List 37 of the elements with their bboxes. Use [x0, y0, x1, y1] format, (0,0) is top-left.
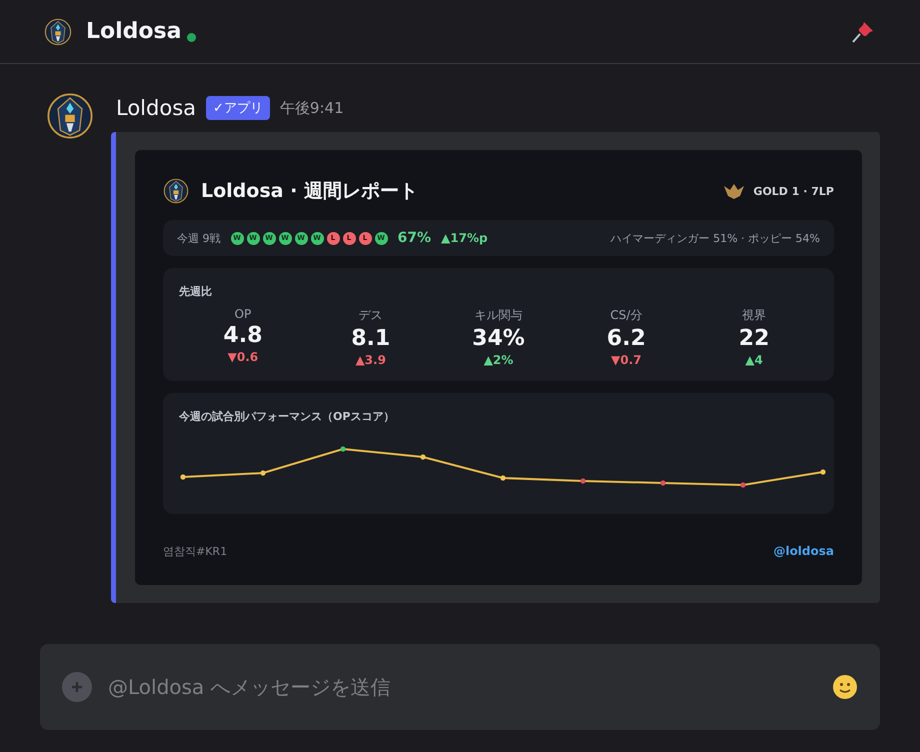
stat-delta: ▲4: [745, 353, 763, 367]
games-label: 今週 9戦: [177, 230, 220, 246]
panel-title: 今週の試合別パフォーマンス（OPスコア）: [179, 409, 396, 424]
panel-title: 先週比: [179, 284, 213, 299]
win-rate: 67%: [398, 230, 432, 246]
stat-label: キル関与: [474, 307, 522, 324]
timestamp: 午後9:41: [280, 98, 344, 118]
emoji-icon[interactable]: [832, 674, 858, 700]
stat-value: 6.2: [606, 326, 646, 351]
stat-delta: ▼0.6: [228, 350, 258, 364]
message-input[interactable]: @Loldosa へメッセージを送信: [106, 674, 818, 700]
stat-delta: ▲2%: [484, 353, 514, 367]
stat-label: OP: [234, 307, 252, 321]
channel-title: Loldosa: [86, 19, 182, 44]
stat-delta: ▼0.7: [611, 353, 642, 367]
win-rate-change: ▲17%p: [441, 231, 488, 245]
champion-stats: ハイマーディンガー 51% · ポッピー 54%: [610, 230, 820, 246]
stat-label: 視界: [742, 307, 766, 324]
stat-value: 8.1: [351, 326, 390, 351]
handle-link[interactable]: @loldosa: [773, 544, 834, 559]
plus-icon: [71, 681, 83, 693]
report-title: Loldosa · 週間レポート: [201, 179, 418, 204]
stat-label: デス: [358, 307, 383, 324]
stat-delta: ▲3.9: [355, 353, 386, 367]
stat-value: 4.8: [223, 323, 262, 348]
rank-emblem-icon: [723, 182, 746, 200]
app-badge: ✓アプリ: [206, 96, 270, 120]
stat-label: CS/分: [610, 307, 642, 324]
crest-icon: [163, 178, 189, 204]
riot-id: 염참직#KR1: [163, 544, 228, 559]
avatar-icon: [44, 18, 72, 46]
author-name: Loldosa: [116, 96, 196, 120]
message-field[interactable]: @Loldosa へメッセージを送信: [40, 644, 880, 730]
stat-value: 22: [738, 326, 770, 351]
stat-value: 34%: [472, 326, 525, 351]
author-avatar: [46, 92, 94, 140]
rank-label: GOLD 1 · 7LP: [753, 184, 834, 198]
